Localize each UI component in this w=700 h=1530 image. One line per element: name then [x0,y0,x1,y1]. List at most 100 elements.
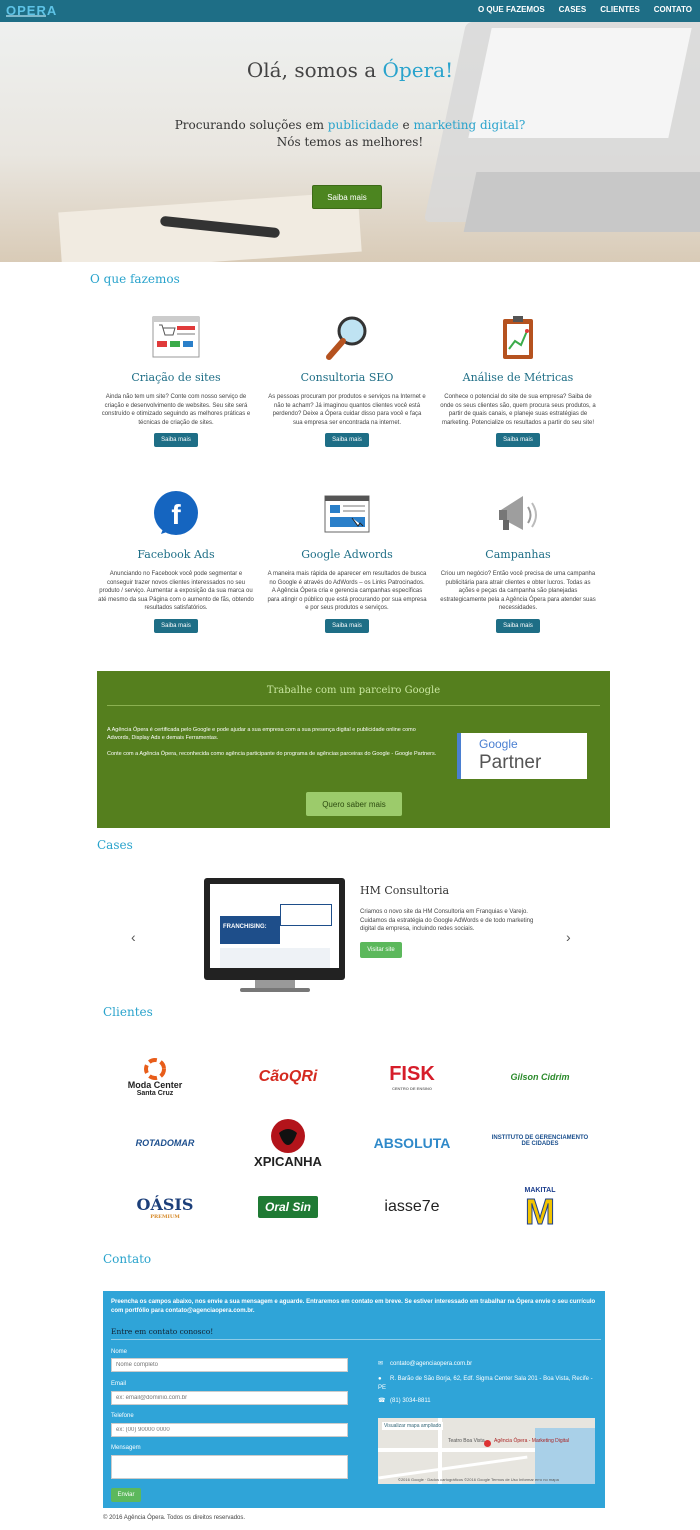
service-description: Conhece o potencial do site de sua empre… [440,394,596,426]
client-logo: FISK CENTRO DE ENSINO [389,1063,435,1091]
moda-center-mark-icon [144,1057,166,1080]
screen-callout [280,904,332,926]
saiba-mais-button[interactable]: Saiba mais [496,433,540,447]
client-logo: Oral Sin [238,1182,338,1232]
contact-title: Contato [103,1252,152,1266]
client-logo: ROTADOMAR [135,1138,195,1148]
map-marker-icon: ● [378,1376,382,1382]
hero-banner: Olá, somos a Ópera! Procurando soluções … [0,22,700,262]
contact-divider [111,1339,601,1340]
service-campanhas: Campanhas Criou um negócio? Então você p… [438,490,598,633]
client-logo: ABSOLUTA [373,1135,451,1151]
saiba-mais-button[interactable]: Saiba mais [325,433,369,447]
nav-link-o-que-fazemos[interactable]: O QUE FAZEMOS [478,5,545,14]
service-description: Criou um negócio? Então você precisa de … [440,571,596,611]
hero-subtitle: Procurando soluções em publicidade e mar… [174,118,526,149]
map-street-label: Teatro Boa Vista [448,1438,485,1444]
browser-ad-icon [324,495,370,533]
saiba-mais-button[interactable]: Saiba mais [154,433,198,447]
hero-saiba-mais-button[interactable]: Saiba mais [312,185,382,209]
service-description: Ainda não tem um site? Conte com nosso s… [101,394,251,426]
service-analise-metricas: Análise de Métricas Conhece o potencial … [438,313,598,447]
services-title: O que fazemos [90,272,180,286]
envelope-icon: ✉ [378,1361,384,1367]
name-label: Nome [111,1349,128,1355]
cases-title: Cases [97,838,133,852]
phone-label: Telefone [111,1413,134,1419]
saiba-mais-button[interactable]: Saiba mais [325,618,369,633]
screen-footer-block [220,948,330,968]
saiba-mais-button[interactable]: Saiba mais [496,618,540,633]
logo-underline [6,15,46,17]
screen-banner: FRANCHISING: [220,916,280,944]
map-credits: ©2016 Google · Dados cartográficos ©2016… [398,1477,559,1482]
partner-title: Trabalhe com um parceiro Google [266,685,441,696]
contact-email: ✉ contato@agenciaopera.com.br [378,1361,473,1367]
client-logo: CãoQRi [258,1068,318,1085]
top-navbar: OPERA O QUE FAZEMOS CASES CLIENTES CONTA… [0,0,700,22]
nav-links: O QUE FAZEMOS CASES CLIENTES CONTATO [478,5,692,14]
client-logo: Moda Center Santa Cruz [105,1052,205,1102]
service-criacao-sites: Criação de sites Ainda não tem um site? … [96,313,256,447]
phone-icon: ☎ [378,1398,386,1404]
service-title: Facebook Ads [137,548,215,561]
contact-subtitle: Entre em contato conosco! [111,1327,214,1336]
service-description: A maneira mais rápida de aparecer em res… [267,571,427,611]
map-pin-icon [484,1440,491,1447]
service-title: Campanhas [485,548,551,561]
service-title: Google Adwords [301,548,393,561]
enviar-button[interactable]: Enviar [111,1488,141,1502]
map-water [535,1428,595,1484]
message-field[interactable] [111,1455,348,1479]
service-title: Consultoria SEO [300,371,394,384]
name-field[interactable] [111,1358,348,1372]
client-logo: INSTITUTO DE GERENCIAMENTO DE CIDADES [491,1135,589,1147]
case-screenshot: FRANCHISING: [210,884,339,968]
client-logo: Gilson Cidrim [510,1072,570,1082]
clipboard-chart-icon [503,316,533,359]
chevron-left-icon[interactable]: ‹ [131,929,136,945]
service-description: As pessoas procuram por produtos e servi… [268,394,426,426]
map-road [378,1455,528,1480]
service-facebook-ads: f Facebook Ads Anunciando no Facebook vo… [96,490,256,633]
google-map[interactable]: Teatro Boa Vista Agência Ópera - Marketi… [378,1418,595,1484]
email-label: Email [111,1381,127,1387]
service-title: Análise de Métricas [462,371,574,384]
quero-saber-mais-button[interactable]: Quero saber mais [306,792,402,816]
nav-link-clientes[interactable]: CLIENTES [600,5,640,14]
contact-phone: ☎ (81) 3034-8811 [378,1398,431,1404]
partner-divider [107,705,600,706]
monitor-base [240,988,310,992]
contact-address: ● R. Barão de São Borja, 62, Edf. Sigma C… [378,1376,593,1391]
magnifier-icon [326,316,367,360]
hero-title: Olá, somos a Ópera! [246,58,454,82]
nav-link-cases[interactable]: CASES [559,5,587,14]
facebook-icon: f [154,491,198,535]
shopping-site-icon [152,316,200,358]
chevron-right-icon[interactable]: › [566,929,571,945]
email-field[interactable] [111,1391,348,1405]
client-logo: XPICANHA [238,1112,338,1174]
saiba-mais-button[interactable]: Saiba mais [154,618,198,633]
map-place-label: Agência Ópera - Marketing Digital [494,1438,570,1444]
visitar-site-button[interactable]: Visitar site [360,942,402,958]
phone-field[interactable] [111,1423,348,1437]
message-label: Mensagem [111,1445,141,1451]
nav-link-contato[interactable]: CONTATO [654,5,692,14]
svg-text:f: f [171,499,181,530]
picanha-bull-icon [271,1118,305,1153]
contact-intro: Preencha os campos abaixo, nos envie a s… [111,1299,596,1314]
monitor-stand [255,980,295,988]
service-consultoria-seo: Consultoria SEO As pessoas procuram por … [267,313,427,447]
partner-text: A Agência Ópera é certificada pelo Googl… [107,727,437,757]
google-partner-badge: Google Partner [457,733,587,779]
megaphone-icon [499,496,537,530]
client-logo: OÁSIS PREMIUM [136,1194,194,1220]
clients-title: Clientes [103,1005,153,1019]
footer-copyright: © 2016 Agência Ópera. Todos os direitos … [103,1515,246,1521]
map-enlarge-link[interactable]: Visualizar mapa ampliado [382,1422,444,1430]
service-description: Anunciando no Facebook você pode segment… [98,571,254,611]
laptop-keyboard [463,172,700,232]
client-logo: MAKITAL M [524,1186,556,1232]
case-monitor-image: FRANCHISING: [204,878,345,980]
